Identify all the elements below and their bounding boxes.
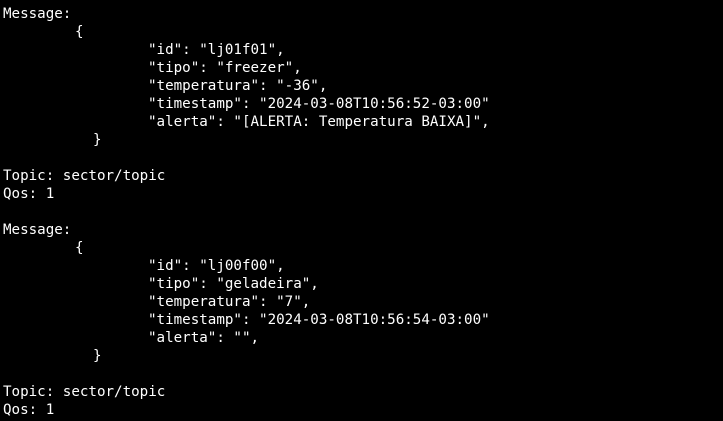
qos-line: Qos: 1 [3,402,55,418]
json-open-brace: { [75,240,84,256]
json-field-tipo: "tipo": "geladeira", [148,276,319,292]
json-field-timestamp: "timestamp": "2024-03-08T10:56:54-03:00" [148,312,490,328]
topic-line: Topic: sector/topic [3,168,166,184]
qos-line: Qos: 1 [3,186,55,202]
json-field-alerta: "alerta": "[ALERTA: Temperatura BAIXA]", [148,114,490,130]
json-close-brace: } [93,132,102,148]
message-label: Message: [3,222,72,238]
json-field-tipo: "tipo": "freezer", [148,60,302,76]
json-field-id: "id": "lj00f00", [148,258,285,274]
json-field-temperatura: "temperatura": "-36", [148,78,328,94]
topic-line: Topic: sector/topic [3,384,166,400]
json-field-temperatura: "temperatura": "7", [148,294,311,310]
terminal-window[interactable]: Message: { "id": "lj01f01", "tipo": "fre… [0,0,723,421]
message-label: Message: [3,6,72,22]
json-field-timestamp: "timestamp": "2024-03-08T10:56:52-03:00" [148,96,490,112]
json-open-brace: { [75,24,84,40]
json-field-alerta: "alerta": "", [148,330,260,346]
json-close-brace: } [93,348,102,364]
json-field-id: "id": "lj01f01", [148,42,285,58]
